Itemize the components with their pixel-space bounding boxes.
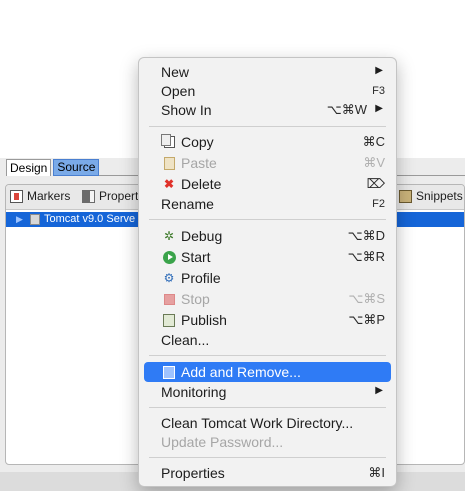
menu-item-profile[interactable]: ⚙ Profile — [144, 268, 391, 288]
menu-item-delete[interactable]: ✖ Delete ⌦ — [144, 174, 391, 194]
menu-item-label: Debug — [181, 228, 223, 244]
menu-item-label: Copy — [181, 134, 214, 150]
menu-separator — [149, 355, 386, 356]
menu-item-paste[interactable]: Paste ⌘V — [144, 153, 391, 173]
paste-icon — [162, 156, 176, 170]
menu-item-label: Update Password... — [161, 434, 284, 450]
menu-item-label: Delete — [181, 176, 222, 192]
snippets-icon — [399, 189, 412, 203]
menu-item-label: Show In — [161, 102, 212, 118]
publish-icon — [162, 313, 176, 327]
tab-snippets[interactable]: Snippets — [399, 189, 463, 203]
menu-item-properties[interactable]: Properties ⌘I — [144, 463, 391, 483]
markers-icon — [10, 189, 23, 203]
menu-separator — [149, 126, 386, 127]
menu-item-label: Clean Tomcat Work Directory... — [161, 415, 354, 431]
menu-item-label: Properties — [161, 465, 225, 481]
submenu-arrow-icon: ▶ — [375, 65, 383, 76]
menu-item-label: Profile — [181, 270, 221, 286]
menu-item-shortcut: ⌥⌘D — [347, 228, 385, 243]
menu-item-show-in[interactable]: Show In ⌥⌘W ▶ — [144, 100, 391, 120]
context-menu: New ▶ Open F3 Show In ⌥⌘W ▶ Copy ⌘C Past… — [138, 57, 397, 487]
menu-item-stop[interactable]: Stop ⌥⌘S — [144, 289, 391, 309]
server-label: Tomcat v9.0 Serve — [44, 213, 136, 225]
menu-item-label: New — [161, 64, 190, 80]
menu-item-new[interactable]: New ▶ — [144, 62, 391, 82]
menu-item-add-and-remove[interactable]: Add and Remove... — [144, 362, 391, 382]
menu-item-label: Paste — [181, 155, 217, 171]
menu-separator — [149, 219, 386, 220]
debug-icon: ✲ — [163, 229, 175, 243]
menu-separator — [149, 407, 386, 408]
menu-item-update-password[interactable]: Update Password... — [144, 432, 391, 452]
menu-item-label: Stop — [181, 291, 210, 307]
menu-separator — [149, 457, 386, 458]
menu-item-label: Start — [181, 249, 211, 265]
menu-item-label: Open — [161, 83, 196, 99]
menu-item-clean-work-directory[interactable]: Clean Tomcat Work Directory... — [144, 413, 391, 433]
tab-properties[interactable]: Propert — [82, 189, 138, 203]
menu-item-publish[interactable]: Publish ⌥⌘P — [144, 310, 391, 330]
menu-item-rename[interactable]: Rename F2 — [144, 194, 391, 214]
expand-triangle-icon[interactable]: ▶ — [16, 212, 23, 227]
menu-item-label: Clean... — [161, 332, 210, 348]
properties-icon — [82, 189, 95, 203]
menu-item-shortcut: ⌘V — [363, 155, 385, 170]
add-remove-icon — [162, 365, 176, 379]
menu-item-shortcut: ⌦ — [366, 176, 385, 191]
tab-properties-label: Propert — [99, 189, 139, 203]
profile-icon: ⚙ — [163, 271, 175, 285]
menu-item-shortcut: ⌥⌘S — [348, 291, 385, 306]
menu-item-label: Rename — [161, 196, 214, 212]
copy-icon — [160, 134, 176, 149]
delete-icon: ✖ — [163, 177, 175, 191]
menu-item-shortcut: ⌥⌘R — [347, 249, 385, 264]
menu-item-label: Add and Remove... — [181, 364, 301, 380]
tab-markers-label: Markers — [27, 189, 71, 203]
stop-icon — [162, 292, 176, 306]
menu-item-label: Monitoring — [161, 384, 227, 400]
menu-item-shortcut: F3 — [372, 85, 385, 97]
menu-item-shortcut: ⌘I — [368, 465, 385, 480]
submenu-arrow-icon: ▶ — [375, 103, 383, 114]
menu-item-shortcut: ⌘C — [362, 134, 385, 149]
server-icon — [30, 214, 40, 225]
menu-item-copy[interactable]: Copy ⌘C — [144, 132, 391, 152]
tab-source[interactable]: Source — [53, 159, 100, 176]
menu-item-shortcut: ⌥⌘W — [326, 102, 367, 117]
menu-item-clean[interactable]: Clean... — [144, 330, 391, 350]
tab-design[interactable]: Design — [6, 159, 52, 176]
menu-item-debug[interactable]: ✲ Debug ⌥⌘D — [144, 226, 391, 246]
menu-item-label: Publish — [181, 312, 227, 328]
menu-item-shortcut: ⌥⌘P — [348, 312, 385, 327]
menu-item-shortcut: F2 — [372, 198, 385, 210]
menu-item-monitoring[interactable]: Monitoring ▶ — [144, 382, 391, 402]
tab-markers[interactable]: Markers — [10, 189, 70, 203]
menu-item-open[interactable]: Open F3 — [144, 81, 391, 101]
menu-item-start[interactable]: Start ⌥⌘R — [144, 247, 391, 267]
submenu-arrow-icon: ▶ — [375, 385, 383, 396]
start-icon — [162, 250, 176, 264]
tab-snippets-label: Snippets — [416, 189, 463, 203]
